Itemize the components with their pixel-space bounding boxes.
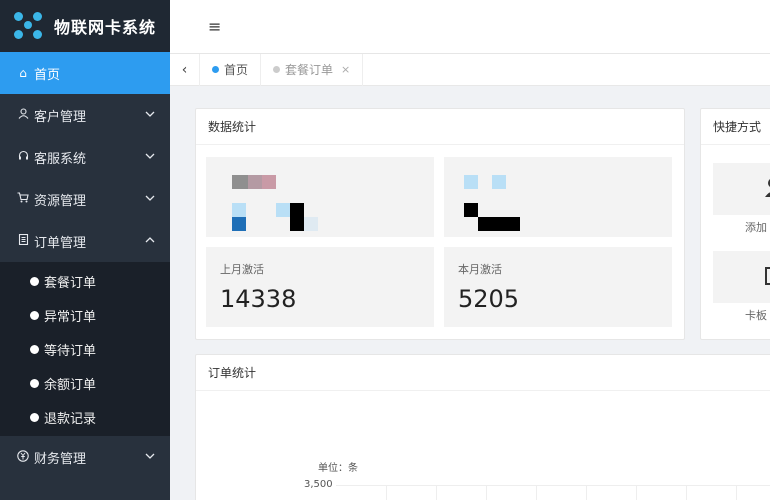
chevron-down-icon [145,195,155,201]
sidebar: 物联网卡系统 ⌂ 首页 客户管理 客服系统 资源管理 订单管理 套餐订单 异常订… [0,0,170,500]
chart-gridline [486,485,487,500]
order-submenu: 套餐订单 异常订单 等待订单 余额订单 退款记录 [0,262,170,436]
chart-gridline [586,485,587,500]
logo-icon [14,12,42,40]
submenu-item-label: 等待订单 [44,343,97,359]
stats-card: 数据统计 上月激活 14338 本月激活 5205 [195,108,685,340]
submenu-item-label: 套餐订单 [44,275,97,291]
chart-gridline [336,485,770,486]
headset-icon [16,150,30,164]
sidebar-item-label: 订单管理 [34,235,87,251]
home-icon: ⌂ [19,66,27,80]
tabs-bar: ‹ 首页 套餐订单 × [170,53,770,86]
tabs-scroll-left-icon[interactable]: ‹ [170,53,200,86]
app-logo-bar: 物联网卡系统 [0,0,170,52]
stats-card-title: 数据统计 [196,109,684,145]
sidebar-item-customers[interactable]: 客户管理 [0,94,170,136]
close-icon[interactable]: × [341,63,350,76]
submenu-item-refund-records[interactable]: 退款记录 [0,400,170,434]
chevron-up-icon [145,237,155,243]
document-icon [16,233,30,248]
sidebar-item-label: 客服系统 [34,151,87,167]
stat-value: 14338 [220,285,297,313]
sidebar-item-label: 客户管理 [34,109,87,125]
shortcut-label: 卡板 [745,309,767,322]
sidebar-item-service[interactable]: 客服系统 [0,136,170,178]
app-title: 物联网卡系统 [54,18,157,37]
tab-label: 首页 [224,63,249,77]
bullet-icon [30,378,39,388]
sidebar-item-finance[interactable]: 财务管理 [0,436,170,478]
order-stats-card-title: 订单统计 [196,355,770,391]
bullet-icon [30,412,39,422]
sidebar-item-label: 资源管理 [34,193,87,209]
stat-box-redacted-2 [444,157,672,237]
sidebar-item-resources[interactable]: 资源管理 [0,178,170,220]
bullet-icon [30,276,39,286]
sidebar-item-home[interactable]: ⌂ 首页 [0,52,170,94]
tab-package-orders[interactable]: 套餐订单 × [261,53,364,86]
tab-status-dot [212,66,219,73]
sidebar-item-label: 财务管理 [34,451,87,467]
chevron-down-icon [145,153,155,159]
sidebar-item-orders[interactable]: 订单管理 [0,220,170,262]
chart-gridline [386,485,387,500]
chevron-down-icon [145,111,155,117]
bullet-icon [30,344,39,354]
chart-unit-label: 单位：条 [318,463,358,474]
shortcut-add-button[interactable] [713,163,770,215]
user-icon [16,108,30,122]
submenu-item-label: 余额订单 [44,377,97,393]
chart-gridline [736,485,737,500]
chart-gridline [436,485,437,500]
cart-icon [16,192,30,206]
shortcut-card-button[interactable] [713,251,770,303]
chart-gridline [686,485,687,500]
sidebar-item-label: 首页 [34,67,61,83]
shortcuts-card-title: 快捷方式 [701,109,770,145]
submenu-item-balance-orders[interactable]: 余额订单 [0,366,170,400]
stat-label: 本月激活 [458,263,502,276]
stat-value: 5205 [458,285,520,313]
submenu-item-pending-orders[interactable]: 等待订单 [0,332,170,366]
stat-box-this-month: 本月激活 5205 [444,247,672,327]
tab-label: 套餐订单 [285,63,334,77]
bullet-icon [30,310,39,320]
shortcuts-card: 快捷方式 添加 卡板 [700,108,770,340]
yen-icon [16,449,30,465]
tab-home[interactable]: 首页 [200,53,262,86]
chart-gridline [636,485,637,500]
top-bar: ≡ [170,0,770,54]
submenu-item-abnormal-orders[interactable]: 异常订单 [0,298,170,332]
tab-status-dot [273,66,281,73]
chart-y-tick: 3,500 [304,479,333,490]
submenu-item-label: 退款记录 [44,411,97,427]
stat-box-redacted-1 [206,157,434,237]
menu-toggle-icon[interactable]: ≡ [208,17,221,36]
submenu-item-label: 异常订单 [44,309,97,325]
add-user-icon [765,179,770,197]
folder-icon [765,267,770,285]
shortcut-label: 添加 [745,221,767,234]
chevron-down-icon [145,453,155,459]
chart-gridline [536,485,537,500]
stat-box-last-month: 上月激活 14338 [206,247,434,327]
submenu-item-package-orders[interactable]: 套餐订单 [0,264,170,298]
order-stats-card: 订单统计 单位：条 3,500 [195,354,770,500]
stat-label: 上月激活 [220,263,264,276]
